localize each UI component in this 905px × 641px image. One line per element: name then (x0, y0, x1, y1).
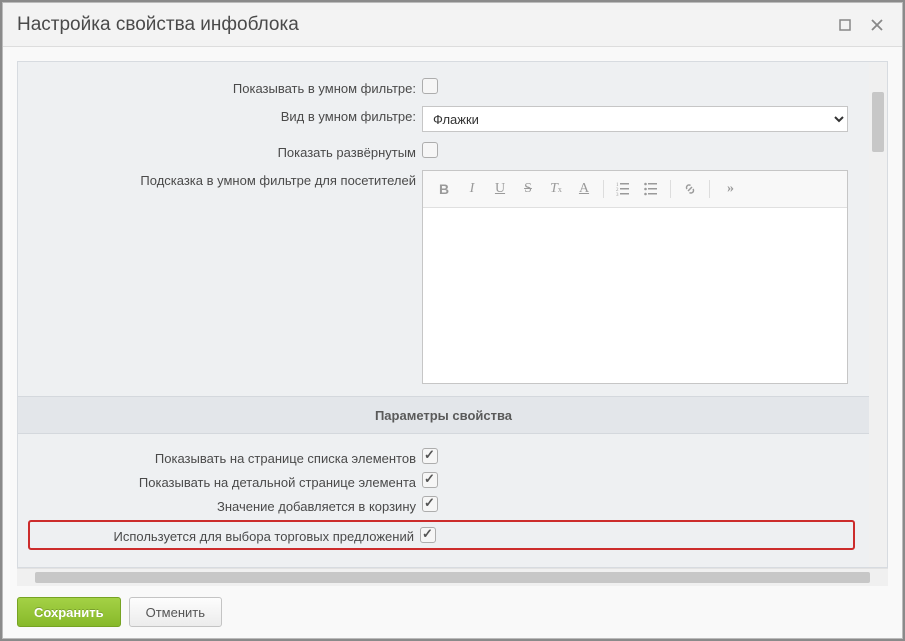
select-smart-filter-view[interactable]: Флажки (422, 106, 848, 132)
form-panel: Показывать в умном фильтре Вид в умном ф… (17, 61, 888, 568)
titlebar: Настройка свойства инфоблока (3, 3, 902, 47)
horizontal-scrollbar[interactable] (17, 568, 888, 586)
rich-text-editor: B I U S Tx A 123 (422, 170, 848, 384)
dialog-footer: Сохранить Отменить (3, 586, 902, 638)
window-title: Настройка свойства инфоблока (17, 14, 824, 36)
label-add-to-cart: Значение добавляется в корзину (32, 496, 422, 514)
toolbar-separator (709, 180, 710, 198)
link-button[interactable] (677, 177, 703, 201)
label-use-for-offers: Используется для выбора торговых предлож… (30, 526, 420, 544)
bold-button[interactable]: B (431, 177, 457, 201)
label-hint-for-visitors: Подсказка в умном фильтре для посетителе… (32, 170, 422, 188)
checkbox-use-for-offers[interactable] (420, 527, 436, 543)
label-show-in-smart-filter: Показывать в умном фильтре (32, 78, 422, 96)
ordered-list-button[interactable]: 123 (610, 177, 636, 201)
cancel-button[interactable]: Отменить (129, 597, 222, 627)
label-show-expanded: Показать развёрнутым (32, 142, 422, 160)
editor-content-area[interactable] (423, 208, 847, 383)
scrollbar-thumb[interactable] (35, 572, 870, 583)
close-button[interactable] (866, 14, 888, 36)
checkbox-show-on-list[interactable] (422, 448, 438, 464)
label-show-on-list: Показывать на странице списка элементов (32, 448, 422, 466)
italic-button[interactable]: I (459, 177, 485, 201)
scrollbar-thumb[interactable] (872, 92, 884, 152)
checkbox-show-on-detail[interactable] (422, 472, 438, 488)
checkbox-show-expanded[interactable] (422, 142, 438, 158)
label-smart-filter-view: Вид в умном фильтре (32, 106, 422, 124)
text-color-button[interactable]: A (571, 177, 597, 201)
editor-toolbar: B I U S Tx A 123 (423, 171, 847, 208)
clear-format-button[interactable]: Tx (543, 177, 569, 201)
section-header-property-params: Параметры свойства (18, 396, 869, 434)
dialog-window: Настройка свойства инфоблока Показывать … (2, 2, 903, 639)
more-button[interactable]: » (716, 177, 742, 201)
underline-button[interactable]: U (487, 177, 513, 201)
vertical-scrollbar[interactable] (869, 62, 887, 567)
maximize-button[interactable] (834, 14, 856, 36)
strikethrough-button[interactable]: S (515, 177, 541, 201)
unordered-list-button[interactable] (638, 177, 664, 201)
highlighted-row-use-for-offers: Используется для выбора торговых предлож… (28, 520, 855, 550)
checkbox-show-in-smart-filter[interactable] (422, 78, 438, 94)
checkbox-add-to-cart[interactable] (422, 496, 438, 512)
save-button[interactable]: Сохранить (17, 597, 121, 627)
toolbar-separator (670, 180, 671, 198)
toolbar-separator (603, 180, 604, 198)
svg-text:3: 3 (616, 193, 619, 196)
label-show-on-detail: Показывать на детальной странице элемент… (32, 472, 422, 490)
